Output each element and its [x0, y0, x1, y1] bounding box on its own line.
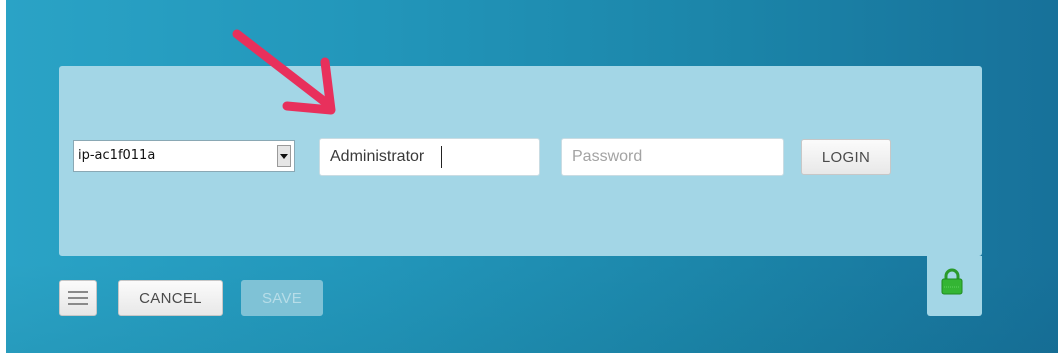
server-select-value: ip-ac1f011a — [78, 148, 156, 163]
password-input[interactable] — [561, 138, 784, 176]
padlock-icon — [941, 268, 963, 295]
hamburger-menu-icon[interactable] — [59, 280, 97, 316]
red-arrow-icon — [232, 29, 336, 115]
save-button[interactable]: SAVE — [241, 280, 323, 316]
text-cursor — [441, 146, 442, 168]
lock-tab — [927, 256, 982, 316]
username-input[interactable] — [319, 138, 540, 176]
cancel-button[interactable]: CANCEL — [118, 280, 223, 316]
server-select[interactable]: ip-ac1f011a — [73, 140, 295, 172]
login-button[interactable]: LOGIN — [801, 139, 891, 175]
chevron-down-icon[interactable] — [277, 145, 291, 167]
